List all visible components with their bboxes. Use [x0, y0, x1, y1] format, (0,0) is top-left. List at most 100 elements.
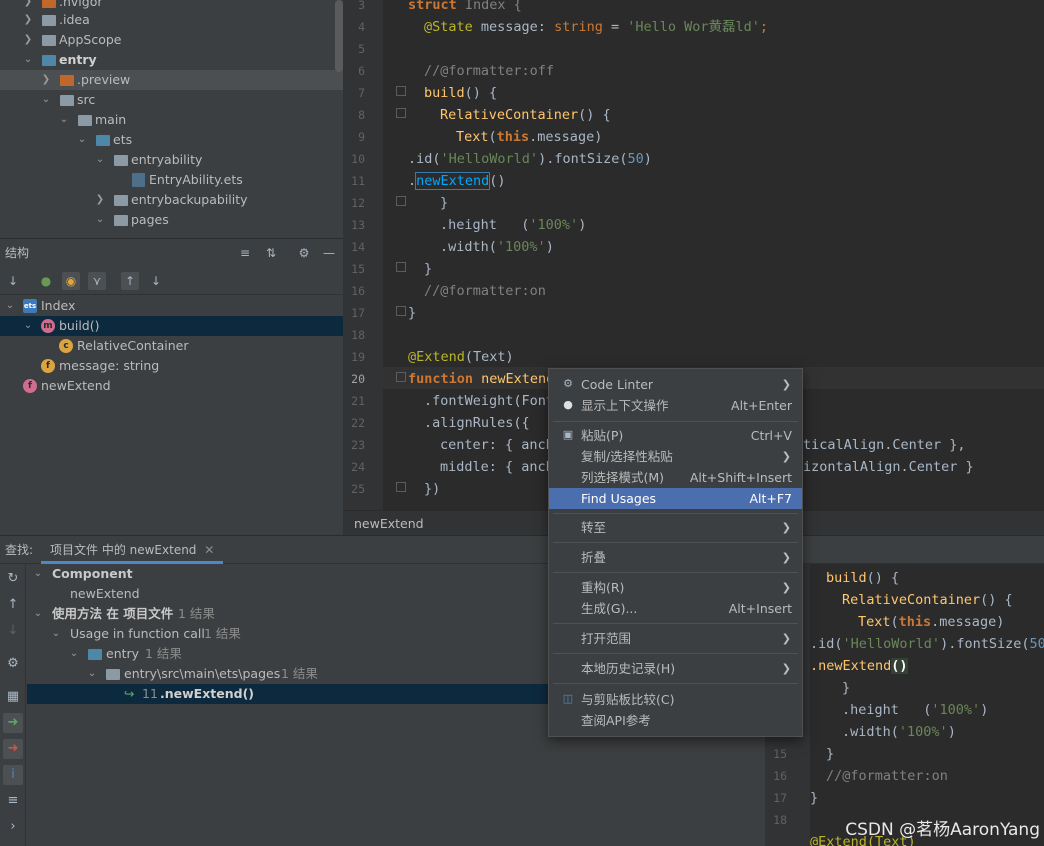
chevron-down-icon[interactable]: ⌄ — [22, 50, 34, 70]
tree-item-entry[interactable]: ⌄ entry — [0, 50, 343, 70]
chevron-right-icon: ❯ — [781, 521, 791, 534]
gear-icon[interactable]: ⚙ — [3, 654, 23, 674]
minimize-icon[interactable]: — — [320, 244, 338, 262]
menu-item-copy-paste-special[interactable]: 复制/选择性粘贴 ❯ — [549, 446, 802, 467]
menu-item-generate[interactable]: 生成(G)... Alt+Insert — [549, 598, 802, 619]
close-icon[interactable]: ✕ — [204, 543, 214, 557]
info-icon[interactable]: i — [3, 765, 23, 785]
show-lambdas-icon[interactable]: ⋎ — [88, 272, 106, 290]
fold-marker-icon[interactable] — [396, 482, 406, 492]
code-line-16: //@formatter:on — [424, 283, 546, 299]
tree-item-entryability[interactable]: ⌄ entryability — [0, 150, 343, 170]
chevron-down-icon[interactable]: ⌄ — [94, 150, 106, 170]
arrow-up-icon[interactable]: ↑ — [3, 595, 23, 615]
tree-item-src[interactable]: ⌄ src — [0, 90, 343, 110]
structure-node-build[interactable]: ⌄ m build() — [0, 316, 343, 336]
fold-marker-icon[interactable] — [396, 86, 406, 96]
code-line-9: Text(this.message) — [456, 129, 603, 145]
project-tree[interactable]: ❯ .hvigor ❯ .idea ❯ AppScope ⌄ entry ❯ .… — [0, 0, 343, 238]
tree-item-ets[interactable]: ⌄ ets — [0, 130, 343, 150]
chevron-down-icon[interactable]: ⌄ — [32, 564, 44, 584]
structure-node-newextend[interactable]: f newExtend — [0, 376, 343, 396]
menu-item-column-selection[interactable]: 列选择模式(M) Alt+Shift+Insert — [549, 467, 802, 488]
fold-marker-icon[interactable] — [396, 196, 406, 206]
menu-item-paste[interactable]: ▣ 粘贴(P) Ctrl+V — [549, 425, 802, 446]
menu-item-folding[interactable]: 折叠 ❯ — [549, 547, 802, 568]
chevron-right-icon[interactable]: ❯ — [22, 30, 34, 50]
expand-all-icon[interactable]: ≡ — [3, 791, 23, 811]
collapse-all-icon[interactable]: ⇅ — [262, 244, 280, 262]
gear-icon[interactable]: ⚙ — [295, 244, 313, 262]
folder-icon — [114, 195, 128, 206]
tree-item-preview[interactable]: ❯ .preview — [0, 70, 343, 90]
code-line-23b: ticalAlign.Center }, — [803, 437, 966, 453]
chevron-right-icon[interactable]: ❯ — [94, 190, 106, 210]
show-fields-icon[interactable]: ◉ — [62, 272, 80, 290]
tree-item-main[interactable]: ⌄ main — [0, 110, 343, 130]
chevron-right-icon: ❯ — [781, 581, 791, 594]
line-number: 20 — [351, 372, 365, 386]
structure-header: 结构 ≡ ⇅ ⚙ — — [0, 239, 343, 267]
structure-node-relativecontainer[interactable]: c RelativeContainer — [0, 336, 343, 356]
group-by-icon[interactable]: ▦ — [3, 687, 23, 707]
chevron-down-icon[interactable]: ⌄ — [68, 644, 80, 664]
chevron-right-icon: ❯ — [781, 450, 791, 463]
chevron-right-icon[interactable]: ❯ — [22, 10, 34, 30]
menu-item-goto[interactable]: 转至 ❯ — [549, 517, 802, 538]
chevron-down-icon[interactable]: ⌄ — [4, 296, 16, 316]
show-read-access-icon[interactable]: ➜ — [3, 713, 23, 733]
tree-item-entryability-ets[interactable]: EntryAbility.ets — [0, 170, 343, 190]
fold-marker-icon[interactable] — [396, 306, 406, 316]
expand-all-icon[interactable]: ≡ — [236, 244, 254, 262]
chevron-down-icon[interactable]: ⌄ — [40, 90, 52, 110]
menu-item-find-usages[interactable]: Find Usages Alt+F7 — [549, 488, 802, 509]
tree-item-pages[interactable]: ⌄ pages — [0, 210, 343, 230]
line-number: 13 — [351, 218, 365, 232]
fold-marker-icon[interactable] — [396, 108, 406, 118]
chevron-down-icon[interactable]: ⌄ — [22, 316, 34, 336]
menu-item-refactor[interactable]: 重构(R) ❯ — [549, 577, 802, 598]
code-line-8: RelativeContainer() { — [440, 107, 611, 123]
menu-item-compare-clipboard[interactable]: ◫ 与剪贴板比较(C) — [549, 689, 802, 710]
ets-file-icon: ets — [23, 299, 37, 313]
line-number: 23 — [351, 438, 365, 452]
line-number: 17 — [351, 306, 365, 320]
menu-item-api-reference[interactable]: 查阅API参考 — [549, 710, 802, 731]
tree-item-idea[interactable]: ❯ .idea — [0, 10, 343, 30]
structure-node-message[interactable]: f message: string — [0, 356, 343, 376]
folder-icon — [96, 135, 110, 146]
show-write-access-icon[interactable]: ➜ — [3, 739, 23, 759]
line-number: 6 — [358, 64, 365, 78]
menu-item-local-history[interactable]: 本地历史记录(H) ❯ — [549, 658, 802, 679]
chevron-down-icon[interactable]: ⌄ — [58, 110, 70, 130]
structure-node-index[interactable]: ⌄ ets Index — [0, 296, 343, 316]
tree-item-appscope[interactable]: ❯ AppScope — [0, 30, 343, 50]
usage-highlight[interactable]: newExtend — [415, 172, 491, 190]
folder-icon — [42, 15, 56, 26]
chevron-down-icon[interactable]: ⌄ — [86, 664, 98, 684]
line-number: 3 — [358, 0, 365, 12]
usage-preview[interactable]: 15 16 17 18 build() { RelativeContainer(… — [765, 564, 1044, 846]
menu-item-code-linter[interactable]: ⚙ Code Linter ❯ — [549, 374, 802, 395]
show-inherited-icon[interactable]: ● — [37, 272, 55, 290]
rerun-icon[interactable]: ↻ — [3, 569, 23, 589]
chevron-down-icon[interactable]: ⌄ — [76, 130, 88, 150]
structure-title: 结构 — [5, 246, 30, 260]
chevron-down-icon[interactable]: ⌄ — [32, 604, 44, 624]
menu-item-show-context-actions[interactable]: ● 显示上下文操作 Alt+Enter — [549, 395, 802, 416]
autoscroll-from-source-icon[interactable]: ↓ — [147, 272, 165, 290]
chevron-down-icon[interactable]: ⌄ — [94, 210, 106, 230]
fold-marker-icon[interactable] — [396, 372, 406, 382]
chevron-down-icon[interactable]: ⌄ — [50, 624, 62, 644]
chevron-right-icon[interactable]: ❯ — [40, 70, 52, 90]
sort-alpha-icon[interactable]: ↓ — [4, 272, 22, 290]
tree-scrollbar[interactable] — [335, 0, 343, 72]
arrow-down-icon[interactable]: ↓ — [3, 621, 23, 641]
tab-find-newextend[interactable]: 项目文件 中的 newExtend ✕ — [41, 536, 224, 564]
menu-item-open-in[interactable]: 打开范围 ❯ — [549, 628, 802, 649]
autoscroll-to-source-icon[interactable]: ↑ — [121, 272, 139, 290]
tree-item-entrybackupability[interactable]: ❯ entrybackupability — [0, 190, 343, 210]
preview-line-number: 16 — [773, 769, 787, 783]
collapse-all-icon[interactable]: › — [3, 817, 23, 837]
fold-marker-icon[interactable] — [396, 262, 406, 272]
